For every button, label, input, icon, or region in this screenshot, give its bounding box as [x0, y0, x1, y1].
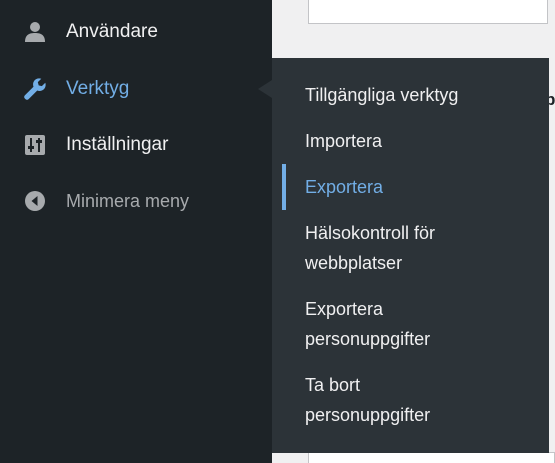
collapse-menu-label: Minimera meny [66, 190, 190, 211]
menu-item-settings-label: Inställningar [66, 134, 169, 155]
tools-submenu: Tillgängliga verktyg Importera Exportera… [272, 58, 549, 453]
submenu-item-erase-personal-data[interactable]: Ta bort personuppgifter [305, 370, 475, 430]
page-input-box [308, 0, 548, 24]
submenu-item-import[interactable]: Importera [305, 126, 545, 156]
current-item-indicator [282, 164, 286, 210]
admin-menu: Användare Verktyg Inställningar Minimera… [0, 0, 272, 463]
user-icon [22, 19, 48, 45]
collapse-menu-button[interactable]: Minimera meny [0, 181, 272, 221]
submenu-item-available-tools[interactable]: Tillgängliga verktyg [305, 80, 545, 110]
wp-admin-screen: p Användare Verktyg Inställningar Minime… [0, 0, 555, 463]
menu-item-settings[interactable]: Inställningar [0, 125, 272, 165]
wrench-icon [22, 76, 48, 102]
submenu-item-export-personal-data[interactable]: Exportera personuppgifter [305, 294, 475, 354]
menu-item-users-label: Användare [66, 21, 158, 42]
page-bottom-box [308, 452, 555, 463]
submenu-item-site-health[interactable]: Hälsokontroll för webbplatser [305, 218, 505, 278]
collapse-arrow-icon [22, 188, 48, 214]
submenu-pointer [258, 80, 272, 98]
sliders-icon [22, 132, 48, 158]
menu-item-tools[interactable]: Verktyg [0, 69, 272, 109]
menu-item-users[interactable]: Användare [0, 12, 272, 52]
menu-item-tools-label: Verktyg [66, 78, 130, 99]
submenu-item-export[interactable]: Exportera [305, 172, 545, 202]
